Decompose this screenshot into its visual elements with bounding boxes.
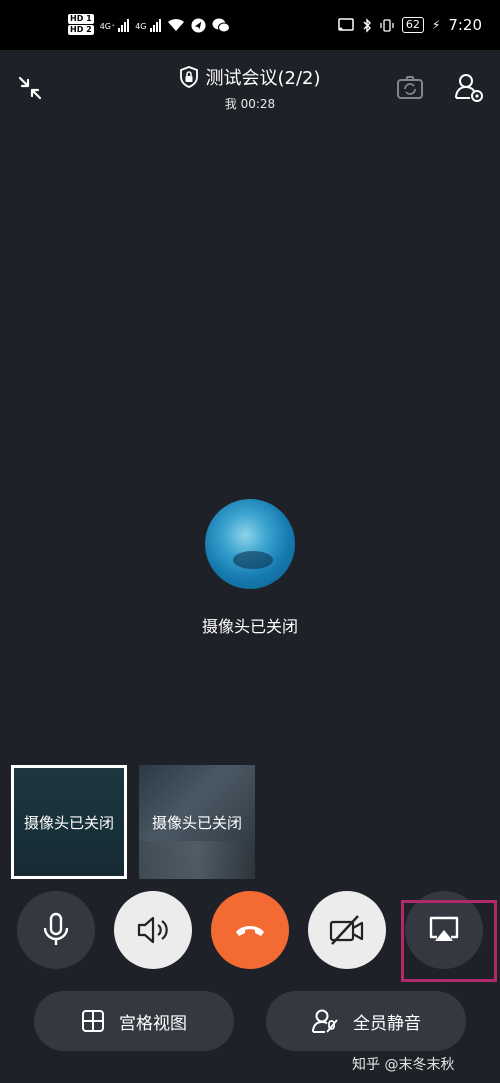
shield-lock-icon xyxy=(180,66,199,88)
grid-view-label: 宫格视图 xyxy=(119,1013,187,1034)
mute-all-label: 全员静音 xyxy=(353,1013,421,1034)
wechat-icon xyxy=(212,18,230,32)
camera-off-icon xyxy=(329,915,364,945)
hd2-label: HD 2 xyxy=(68,25,94,35)
camera-toggle-button[interactable] xyxy=(308,891,386,969)
speaker-button[interactable] xyxy=(114,891,192,969)
network-type-2: 4G xyxy=(135,22,147,31)
grid-view-button[interactable]: 宫格视图 xyxy=(34,991,234,1051)
screen-share-button[interactable] xyxy=(405,891,483,969)
microphone-button[interactable] xyxy=(17,891,95,969)
network-type-1: 4G⁺ xyxy=(99,22,116,31)
main-participant-avatar xyxy=(205,499,295,589)
clock: 7:20 xyxy=(448,16,482,34)
signal-icon xyxy=(149,18,161,32)
battery-level: 62 xyxy=(401,17,424,33)
participant-thumbnail[interactable]: 摄像头已关闭 xyxy=(139,765,255,879)
hangup-icon xyxy=(236,926,264,936)
camera-switch-icon[interactable] xyxy=(394,72,426,104)
meeting-title-text: 测试会议(2/2) xyxy=(205,68,321,89)
speaker-icon xyxy=(137,916,168,944)
camera-off-caption: 摄像头已关闭 xyxy=(201,617,298,636)
signal-icon xyxy=(118,18,130,32)
watermark: 知乎 @末冬末秋 xyxy=(352,1057,455,1073)
meeting-header: 测试会议(2/2) 我 00:28 xyxy=(0,50,500,130)
charging-icon: ⚡ xyxy=(431,18,441,32)
mute-all-button[interactable]: 全员静音 xyxy=(266,991,466,1051)
app-notification-icon xyxy=(190,17,206,33)
thumbnail-label: 摄像头已关闭 xyxy=(23,813,114,832)
status-bar: HD 1 HD 2 4G⁺ 4G 62 ⚡ 7:20 xyxy=(0,0,500,50)
meeting-title: 测试会议(2/2) xyxy=(179,64,321,90)
grid-view-icon xyxy=(82,1010,104,1032)
vibrate-icon xyxy=(380,18,394,32)
wifi-icon xyxy=(167,18,184,31)
hd-indicator: HD 1 HD 2 xyxy=(68,14,94,36)
members-icon[interactable] xyxy=(452,70,486,104)
hangup-button[interactable] xyxy=(211,891,289,969)
thumbnail-label: 摄像头已关闭 xyxy=(151,813,242,832)
bluetooth-icon xyxy=(363,17,371,33)
screen-share-icon xyxy=(429,916,459,941)
microphone-icon xyxy=(43,912,69,945)
cast-icon xyxy=(338,18,354,31)
mute-all-icon xyxy=(312,1009,338,1033)
participant-thumbnail[interactable]: 摄像头已关闭 xyxy=(11,765,127,879)
hd1-label: HD 1 xyxy=(68,14,94,24)
